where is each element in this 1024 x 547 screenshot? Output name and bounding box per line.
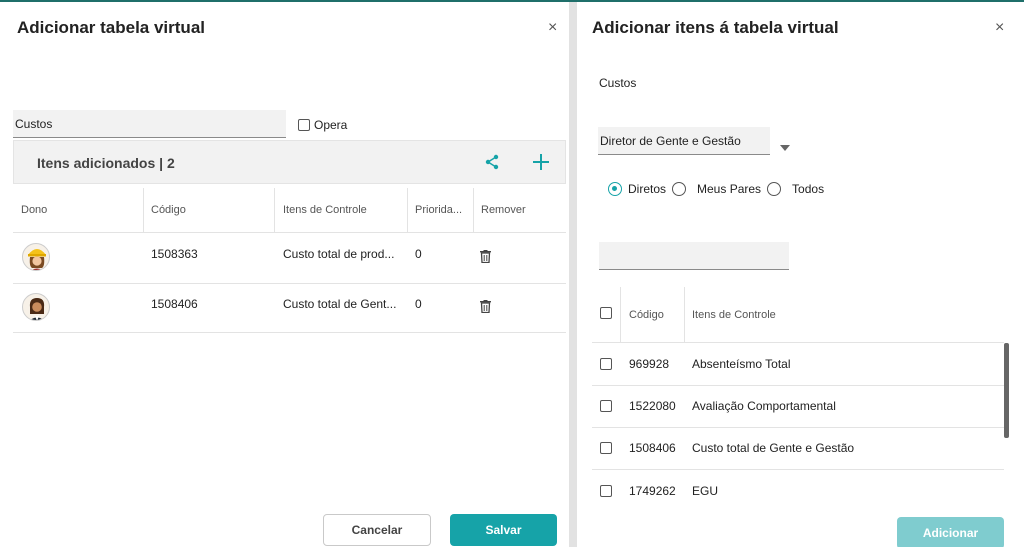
panel-title: Adicionar tabela virtual [17, 18, 205, 37]
row-item: Custo total de Gente e Gestão [692, 441, 855, 455]
close-icon[interactable]: × [995, 19, 1004, 37]
col-header-prioridade[interactable]: Priorida... [415, 204, 462, 216]
opera-checkbox[interactable]: Opera [298, 118, 347, 132]
row-prioridade: 0 [415, 247, 422, 261]
divider [592, 427, 1004, 428]
select-all-checkbox[interactable] [600, 307, 612, 319]
row-item: Custo total de prod... [283, 247, 395, 261]
col-header-itens[interactable]: Itens de Controle [692, 309, 776, 321]
add-button[interactable]: Adicionar [897, 517, 1004, 547]
divider [592, 342, 1004, 343]
cancel-button[interactable]: Cancelar [323, 514, 431, 546]
divider [13, 232, 566, 233]
trash-icon[interactable] [480, 300, 491, 318]
col-header-remover: Remover [481, 204, 526, 216]
row-prioridade: 0 [415, 297, 422, 311]
close-icon[interactable]: × [548, 19, 557, 37]
row-codigo: 1749262 [629, 484, 676, 498]
row-codigo: 1508406 [151, 297, 198, 311]
table-name-input[interactable]: Custos [13, 110, 286, 138]
col-divider[interactable] [407, 188, 408, 232]
divider [592, 385, 1004, 386]
opera-checkbox-box[interactable] [298, 119, 310, 131]
row-codigo: 1522080 [629, 399, 676, 413]
col-divider [620, 287, 621, 342]
row-item: EGU [692, 484, 719, 498]
items-added-label: Itens adicionados | 2 [37, 155, 175, 171]
row-checkbox[interactable] [600, 442, 612, 454]
panel-separator [569, 2, 577, 547]
row-item: Custo total de Gent... [283, 297, 397, 311]
responsible-select[interactable]: Diretor de Gente e Gestão [598, 127, 770, 155]
radio-todos[interactable] [767, 182, 782, 196]
col-divider[interactable] [143, 188, 144, 232]
share-icon[interactable] [484, 154, 500, 175]
radio-meus-pares-label: Meus Pares [697, 182, 762, 196]
col-header-codigo[interactable]: Código [629, 309, 664, 321]
col-header-itens[interactable]: Itens de Controle [283, 204, 367, 216]
divider [592, 469, 1004, 470]
plus-icon[interactable] [532, 153, 550, 176]
divider [13, 332, 566, 333]
divider [13, 283, 566, 284]
add-items-panel: Adicionar itens á tabela virtual × Custo… [577, 2, 1024, 547]
save-button[interactable]: Salvar [450, 514, 557, 546]
avatar [22, 293, 50, 321]
row-checkbox[interactable] [600, 358, 612, 370]
chevron-down-icon[interactable] [780, 138, 790, 156]
row-item: Absenteísmo Total [692, 357, 791, 371]
radio-diretos[interactable] [608, 182, 622, 196]
table-name-label: Custos [599, 76, 637, 90]
avatar [22, 243, 50, 271]
row-checkbox[interactable] [600, 400, 612, 412]
col-header-codigo[interactable]: Código [151, 204, 186, 216]
col-divider [684, 287, 685, 342]
search-input[interactable] [599, 242, 789, 270]
list-scrollbar[interactable] [1004, 343, 1009, 438]
scope-radio-group: Diretos Meus Pares Todos [608, 182, 830, 196]
row-codigo: 969928 [629, 357, 670, 371]
row-item: Avaliação Comportamental [692, 399, 836, 413]
radio-diretos-label: Diretos [628, 182, 667, 196]
row-checkbox[interactable] [600, 485, 612, 497]
add-virtual-table-panel: Adicionar tabela virtual × Custos Opera … [0, 2, 569, 547]
radio-todos-label: Todos [792, 182, 825, 196]
col-divider[interactable] [473, 188, 474, 232]
items-added-bar: Itens adicionados | 2 [13, 140, 566, 184]
col-header-dono[interactable]: Dono [21, 204, 47, 216]
col-divider[interactable] [274, 188, 275, 232]
panel-title: Adicionar itens á tabela virtual [592, 18, 839, 37]
row-codigo: 1508363 [151, 247, 198, 261]
row-codigo: 1508406 [629, 441, 676, 455]
trash-icon[interactable] [480, 250, 491, 268]
opera-checkbox-label: Opera [314, 118, 348, 132]
radio-meus-pares[interactable] [672, 182, 687, 196]
